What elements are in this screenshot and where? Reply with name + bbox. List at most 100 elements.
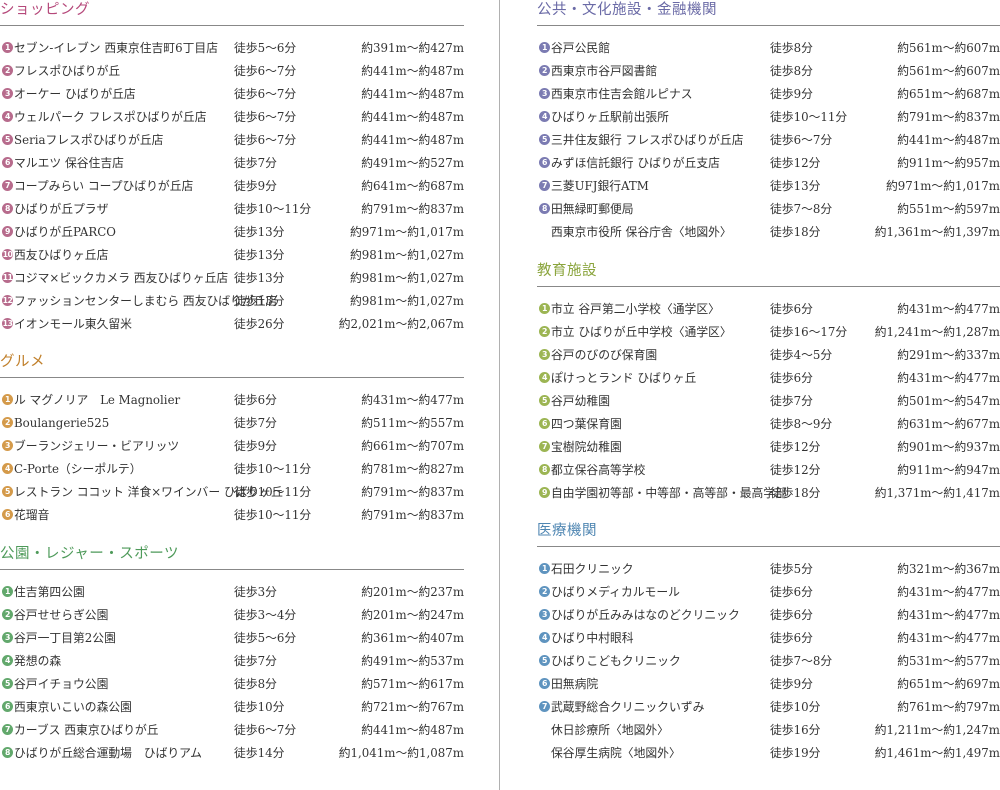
list-item: 7 武蔵野総合クリニックいずみ 徒歩10分 約761m～約797m (537, 698, 1000, 721)
walk-time: 徒歩5～6分 (234, 631, 297, 645)
distance: 約971m～約1,017m (885, 179, 1000, 193)
list-item: 1 セブン-イレブン 西東京住吉町6丁目店 徒歩5～6分 約391m～約427m (0, 39, 464, 62)
facility-name: 三井住友銀行 フレスポひばりが丘店 (551, 133, 744, 147)
distance: 約441m～約487m (361, 64, 464, 78)
list-item: 12 ファッションセンターしまむら 西友ひばりが丘店 徒歩13分 約981m～約1,0… (0, 292, 464, 315)
number-badge-icon: 1 (539, 563, 550, 574)
facility-name: ぽけっとランド ひばりヶ丘 (551, 371, 697, 385)
list-item: 4 発想の森 徒歩7分 約491m～約537m (0, 652, 464, 675)
distance: 約911m～約947m (897, 463, 1000, 477)
distance: 約551m～約597m (897, 202, 1000, 216)
number-badge-icon: 5 (539, 655, 550, 666)
walk-time: 徒歩6～7分 (234, 133, 297, 147)
distance: 約1,211m～約1,247m (874, 723, 1000, 737)
walk-time: 徒歩19分 (770, 746, 821, 760)
walk-time: 徒歩5分 (770, 562, 813, 576)
section-title: 公共・文化施設・金融機関 (537, 2, 717, 18)
number-badge-icon: 7 (539, 701, 550, 712)
section-rule (0, 569, 464, 570)
list-item: 3 ブーランジェリー・ビアリッツ 徒歩9分 約661m～約707m (0, 437, 464, 460)
distance: 約1,241m～約1,287m (874, 325, 1000, 339)
facility-name: 自由学園初等部・中等部・高等部・最高学部 (551, 486, 787, 500)
section-title: 医療機関 (537, 523, 597, 539)
facility-name: 西東京市住吉会館ルピナス (551, 87, 693, 101)
walk-time: 徒歩7分 (234, 416, 277, 430)
list-item: 6 田無病院 徒歩9分 約651m～約697m (537, 675, 1000, 698)
distance: 約651m～約687m (897, 87, 1000, 101)
walk-time: 徒歩7分 (234, 654, 277, 668)
list-item: 5 三井住友銀行 フレスポひばりが丘店 徒歩6～7分 約441m～約487m (537, 131, 1000, 154)
walk-time: 徒歩3～4分 (234, 608, 297, 622)
distance: 約571m～約617m (361, 677, 464, 691)
walk-time: 徒歩6分 (770, 302, 813, 316)
facility-name: 西東京いこいの森公園 (14, 700, 132, 714)
facility-name: ル マグノリア Le Magnolier (14, 393, 181, 407)
walk-time: 徒歩16～17分 (770, 325, 848, 339)
facility-name: C-Porte（シーポルテ） (14, 462, 142, 476)
distance: 約2,021m～約2,067m (338, 317, 464, 331)
distance: 約491m～約527m (361, 156, 464, 170)
list-item: 1 市立 谷戸第二小学校〈通学区〉 徒歩6分 約431m～約477m (537, 300, 1000, 323)
distance: 約441m～約487m (361, 133, 464, 147)
number-badge-icon: 7 (2, 724, 13, 735)
section-education: 教育施設 1 市立 谷戸第二小学校〈通学区〉 徒歩6分 約431m～約477m 2 市立 … (537, 261, 1000, 500)
distance: 約981m～約1,027m (349, 248, 464, 262)
facility-name: 都立保谷高等学校 (551, 463, 646, 477)
number-badge-icon: 8 (539, 203, 550, 214)
distance: 約431m～約477m (897, 302, 1000, 316)
list-item: 5 谷戸幼稚園 徒歩7分 約501m～約547m (537, 392, 1000, 415)
walk-time: 徒歩8分 (770, 64, 813, 78)
distance: 約761m～約797m (897, 700, 1000, 714)
list-item: 保谷厚生病院〈地図外〉 徒歩19分 約1,461m～約1,497m (537, 744, 1000, 767)
number-badge-icon: 1 (539, 42, 550, 53)
distance: 約431m～約477m (361, 393, 464, 407)
facility-name: 発想の森 (14, 654, 62, 668)
list-item: 1 谷戸公民館 徒歩8分 約561m～約607m (537, 39, 1000, 62)
list-item: 7 三菱UFJ銀行ATM 徒歩13分 約971m～約1,017m (537, 177, 1000, 200)
list-item: 3 西東京市住吉会館ルピナス 徒歩9分 約651m～約687m (537, 85, 1000, 108)
facility-name: カーブス 西東京ひばりが丘 (14, 723, 159, 737)
distance: 約901m～約937m (897, 440, 1000, 454)
distance: 約641m～約687m (361, 179, 464, 193)
distance: 約1,371m～約1,417m (874, 486, 1000, 500)
section-parks: 公園・レジャー・スポーツ 1 住吉第四公園 徒歩3分 約201m～約237m 2 谷戸せせ… (0, 544, 464, 760)
distance: 約1,461m～約1,497m (874, 746, 1000, 760)
facility-name: 谷戸一丁目第2公園 (14, 631, 116, 645)
facility-name: ひばりが丘PARCO (14, 225, 116, 239)
number-badge-icon: 3 (2, 88, 13, 99)
walk-time: 徒歩9分 (234, 439, 277, 453)
number-badge-icon: 7 (539, 180, 550, 191)
walk-time: 徒歩6～7分 (234, 87, 297, 101)
walk-time: 徒歩26分 (234, 317, 285, 331)
number-badge-icon: 8 (539, 464, 550, 475)
column-divider (499, 0, 500, 790)
facility-name: 谷戸公民館 (551, 41, 610, 55)
number-badge-icon: 1 (2, 586, 13, 597)
list-item: 2 西東京市谷戸図書館 徒歩8分 約561m～約607m (537, 62, 1000, 85)
facility-name: ひばりが丘総合運動場 ひばりアム (14, 746, 202, 760)
walk-time: 徒歩18分 (770, 486, 821, 500)
distance: 約781m～約827m (361, 462, 464, 476)
facility-name: オーケー ひばりが丘店 (14, 87, 136, 101)
list-item: 4 ひばりヶ丘駅前出張所 徒歩10～11分 約791m～約837m (537, 108, 1000, 131)
distance: 約791m～約837m (361, 508, 464, 522)
facility-name: 休日診療所〈地図外〉 (551, 723, 669, 737)
walk-time: 徒歩3分 (234, 585, 277, 599)
section-title: グルメ (0, 354, 45, 370)
list-item: 1ル マグノリア Le Magnolier 徒歩6分 約431m～約477m (0, 391, 464, 414)
walk-time: 徒歩4～5分 (770, 348, 833, 362)
walk-time: 徒歩5～6分 (234, 41, 297, 55)
list: 1 谷戸公民館 徒歩8分 約561m～約607m 2 西東京市谷戸図書館 徒歩8分 約561m… (537, 39, 1000, 246)
list-item: 6 西東京いこいの森公園 徒歩10分 約721m～約767m (0, 698, 464, 721)
distance: 約491m～約537m (361, 654, 464, 668)
walk-time: 徒歩7～8分 (770, 202, 833, 216)
section-title: ショッピング (0, 2, 90, 18)
walk-time: 徒歩10分 (770, 700, 821, 714)
number-badge-icon: 3 (539, 88, 550, 99)
distance: 約201m～約247m (361, 608, 464, 622)
section-public: 公共・文化施設・金融機関 1 谷戸公民館 徒歩8分 約561m～約607m 2 西東京市谷… (537, 0, 1000, 239)
walk-time: 徒歩6～7分 (770, 133, 833, 147)
walk-time: 徒歩6～7分 (234, 110, 297, 124)
distance: 約321m～約367m (897, 562, 1000, 576)
section-rule (537, 25, 1000, 26)
